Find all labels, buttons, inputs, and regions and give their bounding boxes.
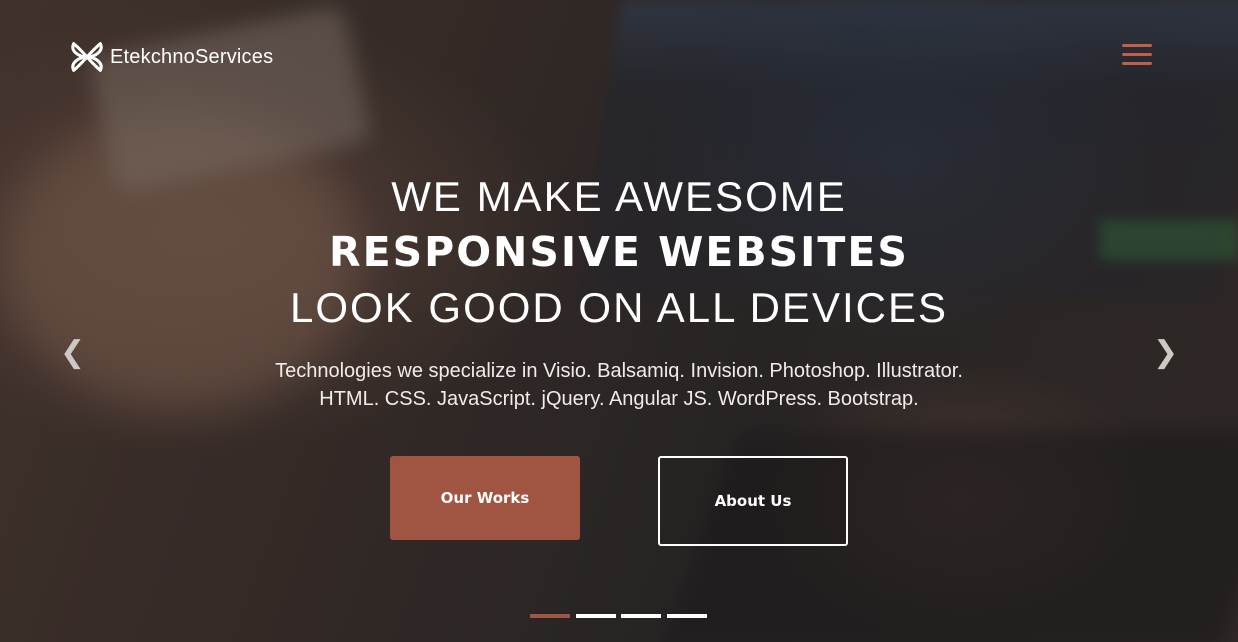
hamburger-menu-icon[interactable] xyxy=(1122,44,1152,68)
our-works-button-label: Our Works xyxy=(440,488,530,507)
chevron-right-icon[interactable]: ❯ xyxy=(1153,336,1178,370)
brand-logo-link[interactable]: EtekchnoServices xyxy=(68,38,273,76)
about-us-button-label: About Us xyxy=(714,491,792,510)
chevron-left-icon[interactable]: ❮ xyxy=(60,336,85,370)
x-knot-logo-icon xyxy=(71,42,103,72)
carousel-indicator-3[interactable] xyxy=(621,614,661,618)
our-works-button[interactable]: Our Works xyxy=(390,456,580,540)
hero-headline-line1: WE MAKE AWESOME xyxy=(391,173,847,220)
hero-headline-line3: LOOK GOOD ON ALL DEVICES xyxy=(290,284,948,331)
about-us-button[interactable]: About Us xyxy=(658,456,848,546)
brand-name: EtekchnoServices xyxy=(110,45,274,68)
carousel-indicator-1[interactable] xyxy=(530,614,570,618)
carousel-indicator-4[interactable] xyxy=(667,614,707,618)
carousel-indicator-2[interactable] xyxy=(576,614,616,618)
hero-headline-line2: RESPONSIVE WEBSITES xyxy=(329,228,909,276)
hero-subtitle-line2: HTML. CSS. JavaScript. jQuery. Angular J… xyxy=(319,388,919,410)
hero-section: EtekchnoServices WE MAKE AWESOME RESPONS… xyxy=(0,0,1238,642)
hero-subtitle-line1: Technologies we specialize in Visio. Bal… xyxy=(275,360,963,382)
